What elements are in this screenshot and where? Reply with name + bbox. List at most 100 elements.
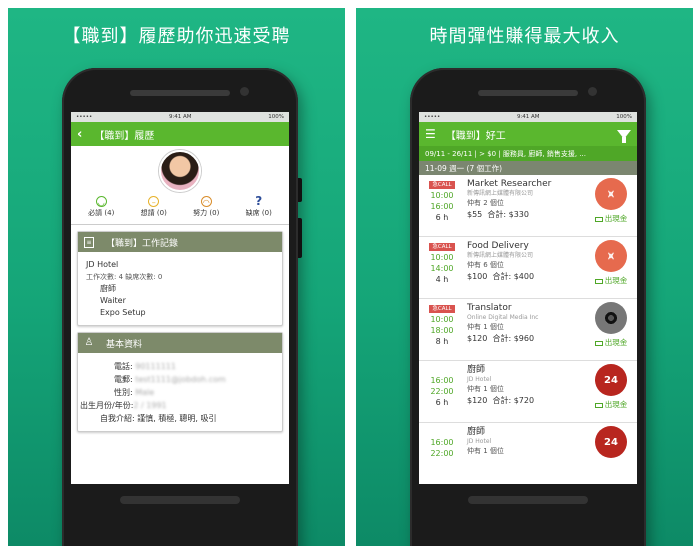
left-promo-panel: 【職到】履歷助你迅速受聘 ••••• 9:41 AM 100% ‹ 【職到】履歷… — [8, 8, 345, 546]
job-list-item[interactable]: 16:00 22:00 廚師 JD Hotel 仲有 1 個位 24 — [419, 423, 637, 484]
gender-row: 性別: Male — [86, 386, 274, 399]
front-camera — [240, 87, 249, 96]
home-bar — [468, 496, 588, 504]
cash-text: 出現金 — [604, 214, 628, 223]
job-list-item[interactable]: 急CALL 10:00 18:00 8 h Translator Online … — [419, 299, 637, 361]
email-value: test1111@jobdoh.com — [135, 375, 226, 384]
right-screen: ••••• 9:41 AM 100% ☰ 【職到】好工 09/11 - 26/1… — [419, 112, 637, 484]
company-name: 新傳訊網上媒體有限公司 — [467, 252, 534, 259]
work-record-card: ≡ 【職到】工作記錄 JD Hotel 工作次數: 4 缺席次數: 0 廚師 W… — [77, 231, 283, 326]
cash-icon — [594, 340, 603, 346]
24-logo-icon: 24 — [595, 426, 627, 458]
end-time: 22:00 — [430, 387, 454, 396]
wave-logo-icon: ⩙ — [595, 240, 627, 272]
person-icon: ♙ — [84, 336, 94, 348]
power-button — [298, 178, 302, 202]
urgent-call-badge: 急CALL — [429, 243, 455, 251]
job-title: Food Delivery — [467, 241, 529, 251]
app-bar: ‹ 【職到】履歷 — [71, 122, 289, 146]
total-pay: 合計: $400 — [492, 272, 535, 281]
filter-summary[interactable]: 09/11 - 26/11 | > $0 | 服務員, 廚師, 銷售支援, ..… — [419, 146, 637, 161]
job-hours: 4 h — [435, 275, 449, 284]
work-record-header[interactable]: ≡ 【職到】工作記錄 — [78, 232, 282, 252]
hourly-rate: $120 — [467, 334, 488, 343]
phone-label: 電話: — [114, 362, 133, 371]
total-pay: 合計: $330 — [487, 210, 529, 219]
pay-row: $55 合計: $330 — [467, 209, 589, 221]
job-info: 廚師 JD Hotel 仲有 1 個位 — [463, 426, 589, 484]
page-title: 【職到】履歷 — [94, 130, 155, 142]
job-logo-column: 24 出現金 — [589, 364, 633, 422]
basic-info-card: ♙ 基本資料 電話: 90111111 電郵: test1111@jobdoh.… — [77, 332, 283, 432]
battery-level: 100% — [268, 114, 284, 120]
openings-left: 仲有 2 個位 — [467, 199, 504, 207]
rating-absent: ? 缺席 (0) — [246, 194, 272, 218]
email-row: 電郵: test1111@jobdoh.com — [86, 373, 274, 386]
company-name: JD Hotel — [467, 376, 492, 383]
cash-payment-label: 出現金 — [594, 213, 628, 224]
status-bar: ••••• 9:41 AM 100% — [71, 112, 289, 122]
openings-left: 仲有 1 個位 — [467, 323, 504, 331]
email-label: 電郵: — [114, 375, 133, 384]
document-icon: ≡ — [84, 236, 94, 248]
urgent-call-badge: 急CALL — [429, 181, 455, 189]
work-stats: 工作次數: 4 缺席次數: 0 — [86, 273, 163, 281]
job-hours: 6 h — [435, 213, 449, 222]
app-bar: ☰ 【職到】好工 — [419, 122, 637, 146]
rating-summary: ◡ 必請 (4) – 想請 (0) ◠ 努力 (0) ? 缺席 (0) — [71, 192, 289, 218]
avatar[interactable] — [159, 150, 201, 192]
cash-text: 出現金 — [604, 276, 628, 285]
card-title: 【職到】工作記錄 — [106, 238, 179, 249]
left-banner: 【職到】履歷助你迅速受聘 — [62, 26, 291, 47]
cash-icon — [594, 402, 603, 408]
phone-value: 90111111 — [135, 362, 176, 371]
job-list-item[interactable]: 16:00 22:00 6 h 廚師 JD Hotel 仲有 1 個位 $120… — [419, 361, 637, 423]
cash-icon — [594, 278, 603, 284]
job-time-column: 16:00 22:00 6 h — [421, 364, 463, 422]
left-screen: ••••• 9:41 AM 100% ‹ 【職到】履歷 ◡ 必請 (4) – 想請 … — [71, 112, 289, 484]
job-list: 急CALL 10:00 16:00 6 h Market Researcher … — [419, 175, 637, 484]
smile-face-icon: ◡ — [95, 196, 107, 207]
speaker-grille — [130, 90, 230, 96]
openings-left: 仲有 1 個位 — [467, 447, 504, 455]
start-time: 10:00 — [430, 191, 454, 200]
home-bar — [120, 496, 240, 504]
role-item: 廚師 — [100, 284, 116, 293]
job-title: Market Researcher — [467, 179, 552, 189]
openings-left: 仲有 6 個位 — [467, 261, 504, 269]
total-pay: 合計: $720 — [492, 396, 535, 405]
divider — [71, 224, 289, 225]
left-phone-frame: ••••• 9:41 AM 100% ‹ 【職到】履歷 ◡ 必請 (4) – 想請 … — [62, 68, 302, 546]
employer-name: JD Hotel — [86, 260, 119, 269]
cash-payment-label: 出現金 — [594, 275, 628, 286]
filter-funnel-icon[interactable] — [617, 129, 631, 143]
basic-info-header[interactable]: ♙ 基本資料 — [78, 333, 282, 353]
start-time: 10:00 — [430, 315, 454, 324]
job-title: 廚師 — [467, 427, 486, 437]
role-item: Waiter — [100, 296, 126, 305]
job-time-column: 16:00 22:00 — [421, 426, 463, 484]
question-mark-icon: ? — [255, 194, 263, 208]
card-title: 基本資料 — [106, 339, 143, 350]
work-record-body: JD Hotel 工作次數: 4 缺席次數: 0 廚師 Waiter Expo … — [78, 252, 282, 325]
job-list-item[interactable]: 急CALL 10:00 16:00 6 h Market Researcher … — [419, 175, 637, 237]
rating-hardworking: ◠ 努力 (0) — [193, 196, 219, 218]
intro-label: 自我介紹: — [100, 414, 135, 423]
role-item: Expo Setup — [100, 308, 146, 317]
status-bar: ••••• 9:41 AM 100% — [419, 112, 637, 122]
24-logo-icon: 24 — [595, 364, 627, 396]
right-promo-panel: 時間彈性賺得最大收入 ••••• 9:41 AM 100% ☰ 【職到】好工 0… — [356, 8, 693, 546]
birth-value: 2 / 1991 — [133, 401, 167, 410]
neutral-face-icon: – — [148, 196, 160, 207]
job-list-item[interactable]: 急CALL 10:00 14:00 4 h Food Delivery 新傳訊網… — [419, 237, 637, 299]
pay-row: $120 合計: $960 — [467, 333, 589, 345]
speaker-grille — [478, 90, 578, 96]
job-time-column: 急CALL 10:00 16:00 6 h — [421, 178, 463, 236]
right-banner: 時間彈性賺得最大收入 — [429, 26, 620, 47]
right-phone-frame: ••••• 9:41 AM 100% ☰ 【職到】好工 09/11 - 26/1… — [410, 68, 646, 546]
job-info: Food Delivery 新傳訊網上媒體有限公司 仲有 6 個位 $100 合… — [463, 240, 589, 298]
birth-row: 出生月份/年份:2 / 1991 — [80, 399, 274, 412]
hamburger-menu-icon[interactable]: ☰ — [425, 127, 436, 141]
end-time: 18:00 — [430, 326, 454, 335]
back-arrow-icon[interactable]: ‹ — [77, 127, 82, 142]
